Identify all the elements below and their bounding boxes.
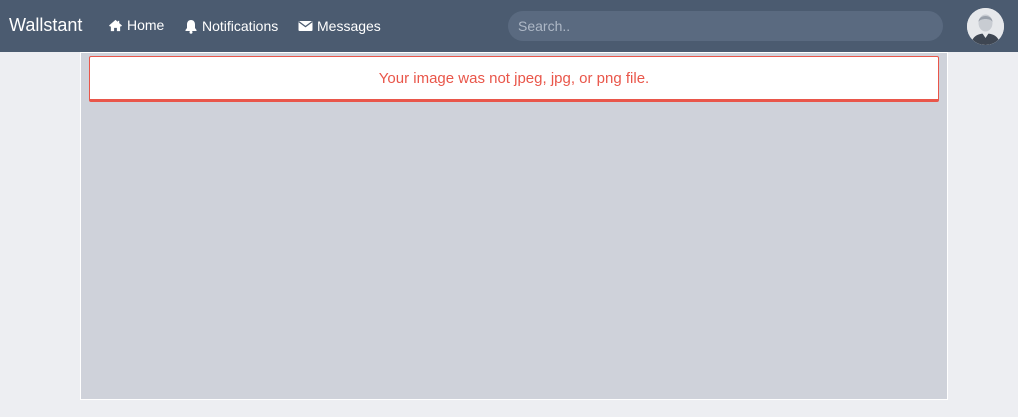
- error-alert-message: Your image was not jpeg, jpg, or png fil…: [378, 69, 650, 87]
- nav-item-messages-label: Messages: [317, 18, 381, 34]
- nav-item-home[interactable]: Home: [108, 15, 164, 35]
- content-panel: [80, 52, 948, 400]
- top-navbar: Wallstant Home Notifications Messages: [0, 0, 1018, 52]
- nav-item-home-label: Home: [127, 17, 165, 33]
- nav-item-messages[interactable]: Messages: [298, 16, 381, 36]
- home-icon: [108, 19, 123, 32]
- bell-icon: [184, 19, 198, 34]
- envelope-icon: [298, 20, 313, 32]
- search-input[interactable]: [508, 11, 943, 41]
- user-silhouette-icon: [967, 8, 1004, 45]
- user-avatar[interactable]: [967, 8, 1004, 45]
- nav-item-notifications-label: Notifications: [202, 18, 279, 34]
- nav-item-notifications[interactable]: Notifications: [184, 16, 278, 36]
- brand-logo-link[interactable]: Wallstant: [9, 14, 82, 36]
- error-alert: Your image was not jpeg, jpg, or png fil…: [89, 56, 939, 102]
